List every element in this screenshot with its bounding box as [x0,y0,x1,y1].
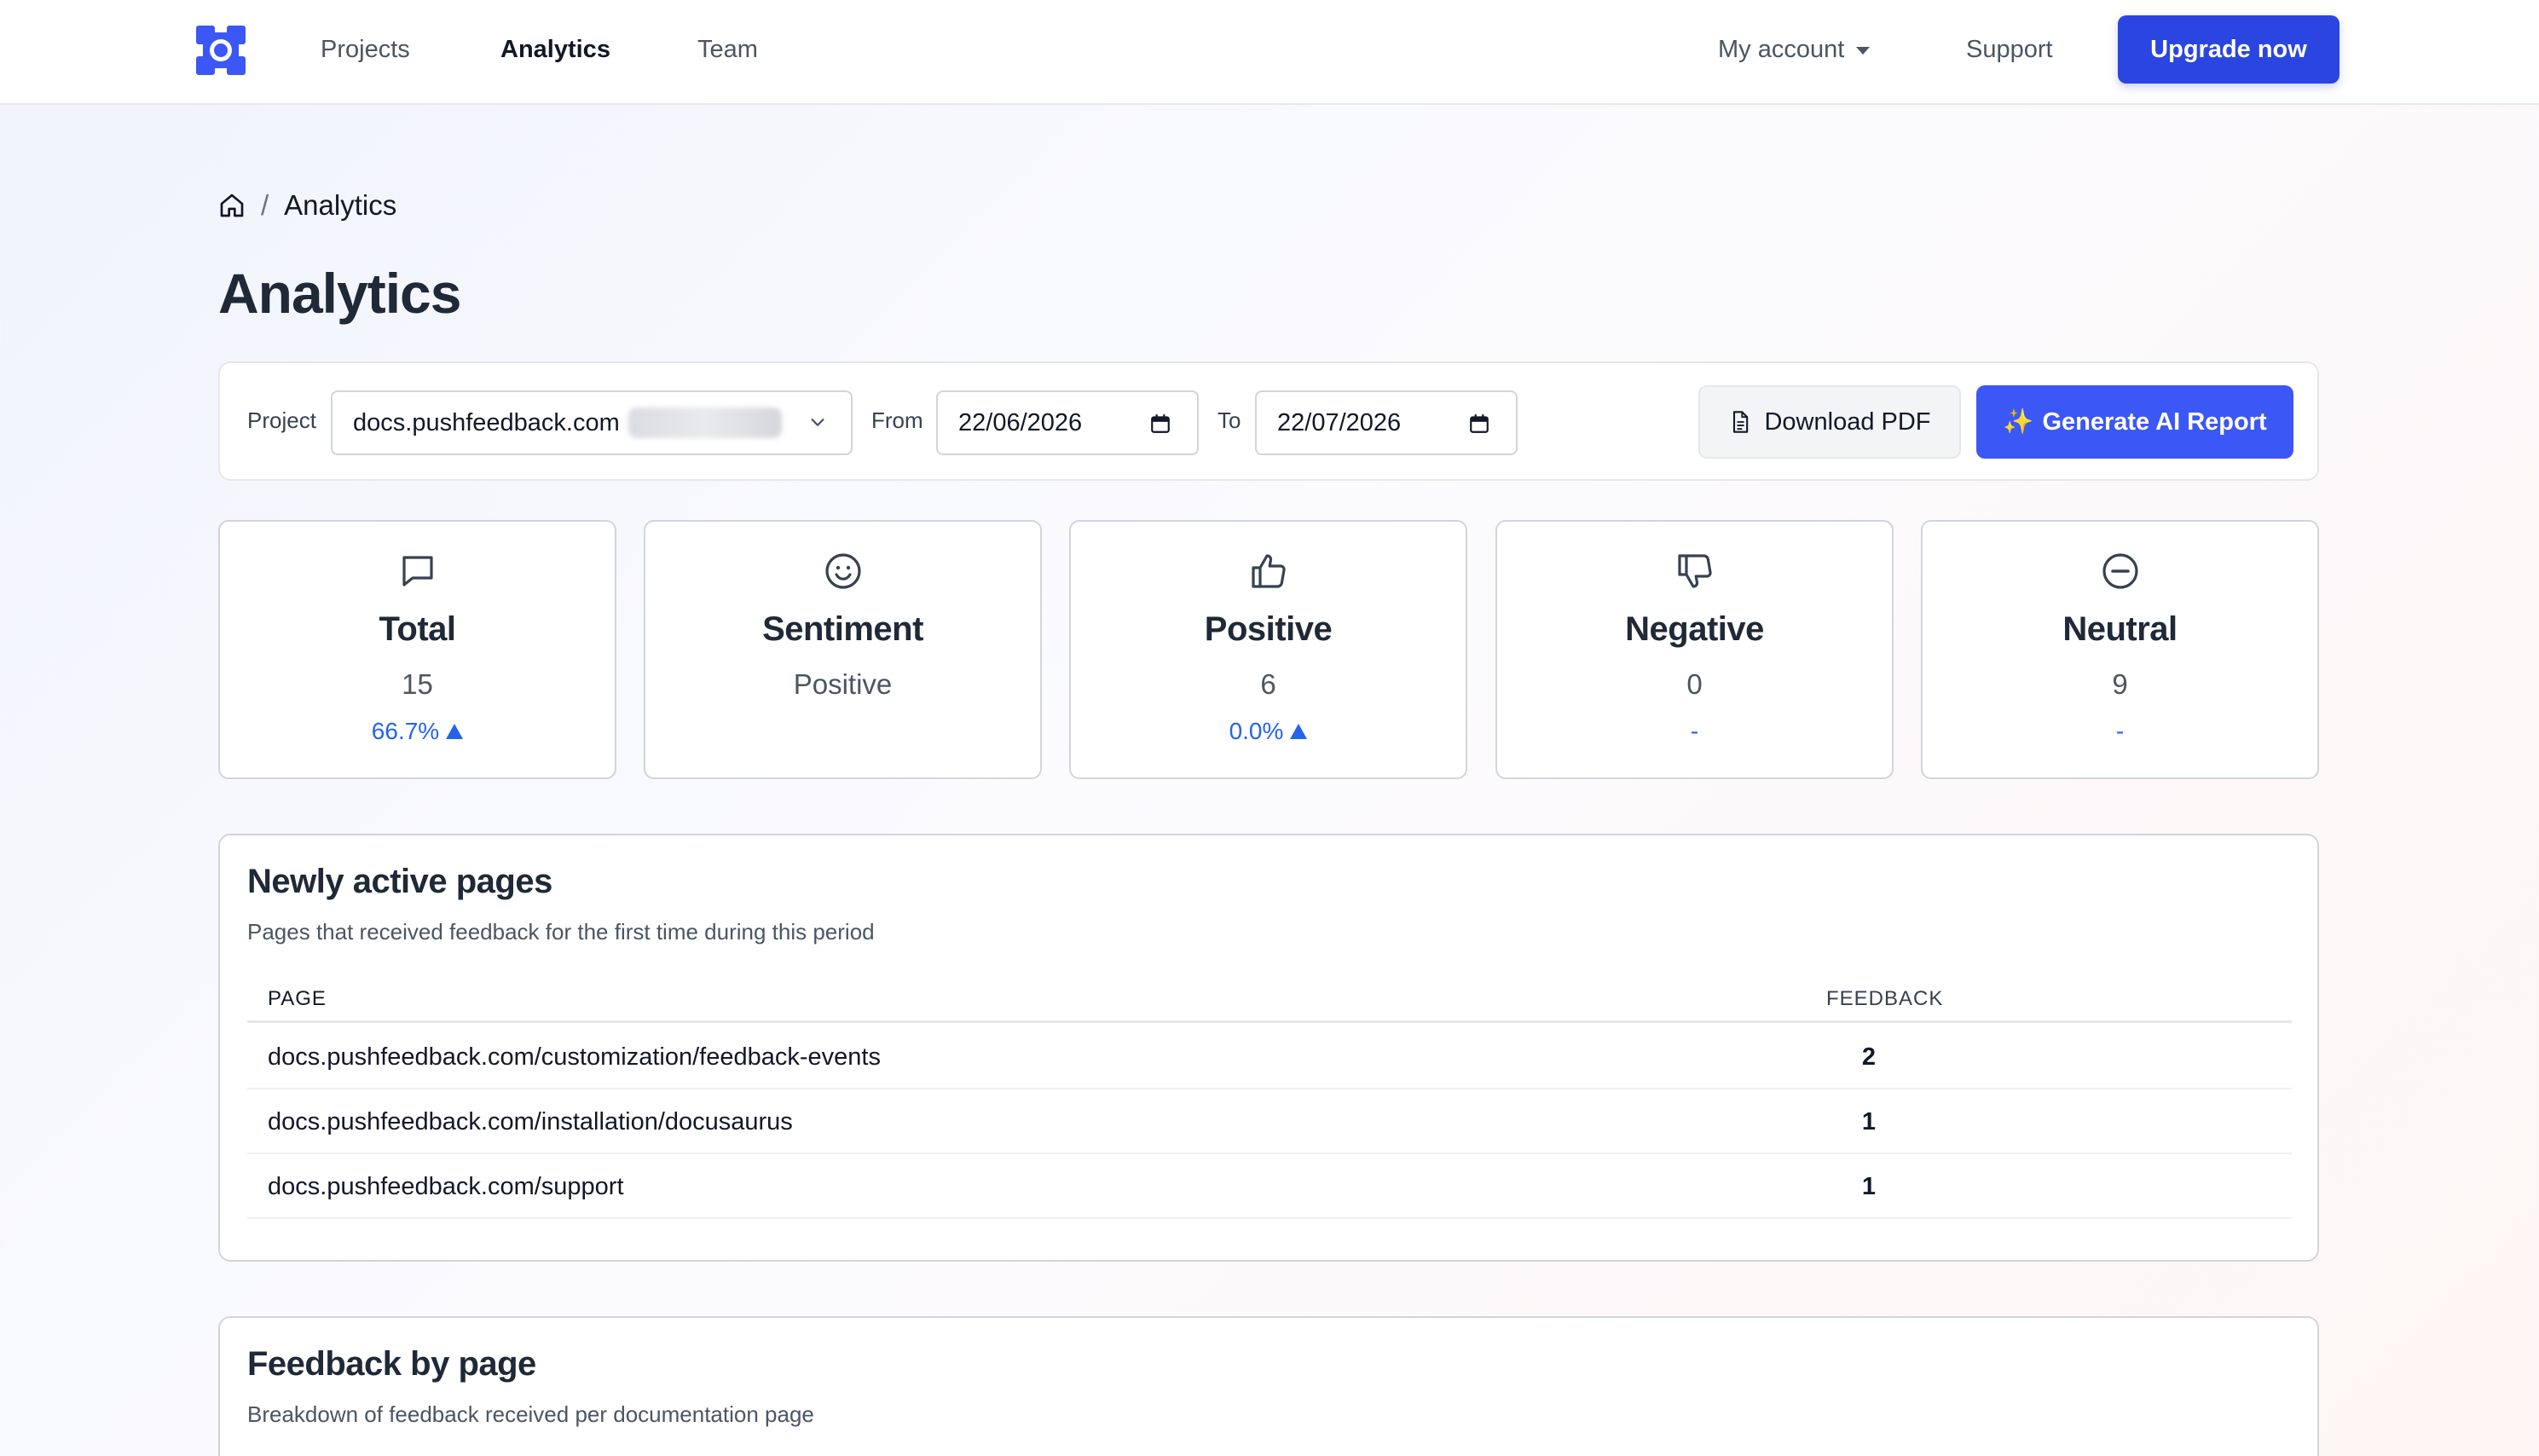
upgrade-now-button[interactable]: Upgrade now [2118,15,2339,84]
nav-analytics[interactable]: Analytics [500,32,610,66]
caret-down-icon [1856,46,1871,55]
filter-bar: Project docs.pushfeedback.com From 22/06… [218,361,2319,481]
page-url[interactable]: docs.pushfeedback.com/support [268,1173,624,1201]
panel-title: Feedback by page [247,1345,536,1383]
nav-projects[interactable]: Projects [321,32,410,66]
redacted-project-id [628,407,782,438]
thumbs-down-icon [1677,554,1712,588]
calendar-icon[interactable] [1468,413,1490,435]
feedback-by-page-panel: Feedback by page Breakdown of feedback r… [218,1316,2319,1456]
stat-card-neutral: Neutral 9 - [1921,520,2319,779]
stat-value: Positive [793,668,893,700]
generate-ai-report-label: Generate AI Report [2042,407,2267,436]
stat-card-total: Total 15 66.7% [218,520,616,779]
stat-card-negative: Negative 0 - [1495,520,1894,779]
column-header-page[interactable]: PAGE [268,987,327,1011]
sparkles-icon: ✨ [2003,408,2034,436]
trend-up-icon [1290,724,1308,739]
home-icon[interactable] [218,192,246,219]
stat-change-value: 66.7% [371,718,440,744]
minus-circle-icon [2102,553,2138,589]
stat-change: - [1497,718,1892,745]
stat-value: 6 [1260,668,1276,700]
top-navbar: Projects Analytics Team My account Suppo… [0,0,2539,105]
from-date-input[interactable]: 22/06/2026 [936,390,1199,455]
table-header: PAGE FEEDBACK [247,987,2292,1023]
stat-title: Neutral [2062,610,2178,648]
panel-subtitle: Pages that received feedback for the fir… [247,919,875,945]
stat-card-sentiment: Sentiment Positive [644,520,1042,779]
to-date-value: 22/07/2026 [1277,408,1402,436]
document-icon [1733,411,1749,433]
to-label: To [1217,407,1241,433]
breadcrumb: / Analytics [218,189,396,222]
download-pdf-label: Download PDF [1764,407,1931,436]
generate-ai-report-button[interactable]: ✨ Generate AI Report [1976,385,2293,459]
feedback-count: 2 [1861,1043,1877,1071]
stat-change-value: - [1690,718,1699,744]
stat-title: Positive [1204,610,1333,648]
stat-change: - [1923,718,2317,745]
smiley-icon [824,553,861,589]
project-label: Project [247,407,316,433]
app-logo-icon[interactable] [194,24,247,77]
feedback-count: 1 [1861,1173,1877,1200]
stat-title: Sentiment [762,610,923,648]
table-row[interactable]: docs.pushfeedback.com/customization/feed… [247,1025,2292,1089]
page-title: Analytics [218,262,461,325]
project-select[interactable]: docs.pushfeedback.com [331,390,853,455]
newly-active-pages-panel: Newly active pages Pages that received f… [218,834,2319,1262]
breadcrumb-current: Analytics [284,189,397,221]
page-url[interactable]: docs.pushfeedback.com/customization/feed… [268,1043,881,1072]
my-account-label: My account [1718,36,1845,63]
feedback-count: 1 [1861,1108,1877,1135]
stat-title: Total [379,610,456,648]
stat-card-positive: Positive 6 0.0% [1069,520,1467,779]
page-url[interactable]: docs.pushfeedback.com/installation/docus… [268,1108,793,1136]
stat-change: 66.7% [220,718,615,745]
stat-value: 9 [2112,668,2128,700]
chevron-down-icon [811,419,824,426]
panel-title: Newly active pages [247,863,552,900]
nav-team[interactable]: Team [697,32,758,66]
stat-value: 0 [1686,668,1703,700]
trend-up-icon [446,724,464,739]
stat-value: 15 [402,668,433,700]
stat-change: 0.0% [1071,718,1466,745]
chat-bubble-icon [402,556,433,586]
table-row[interactable]: docs.pushfeedback.com/installation/docus… [247,1089,2292,1154]
calendar-icon[interactable] [1149,413,1171,435]
my-account-dropdown[interactable]: My account [1718,32,1871,66]
from-date-value: 22/06/2026 [958,408,1083,436]
nav-support[interactable]: Support [1966,32,2053,66]
thumbs-up-icon [1251,554,1286,588]
to-date-input[interactable]: 22/07/2026 [1255,390,1518,455]
column-header-feedback[interactable]: FEEDBACK [1826,987,1943,1011]
stat-change-value: 0.0% [1229,718,1284,744]
breadcrumb-separator: / [261,189,269,221]
stat-change-value: - [2115,718,2125,744]
download-pdf-button[interactable]: Download PDF [1698,385,1961,459]
table-row[interactable]: docs.pushfeedback.com/support 1 [247,1154,2292,1219]
panel-subtitle: Breakdown of feedback received per docum… [247,1401,814,1427]
from-label: From [871,407,923,433]
stat-title: Negative [1625,610,1764,648]
project-select-value: docs.pushfeedback.com [353,408,620,436]
